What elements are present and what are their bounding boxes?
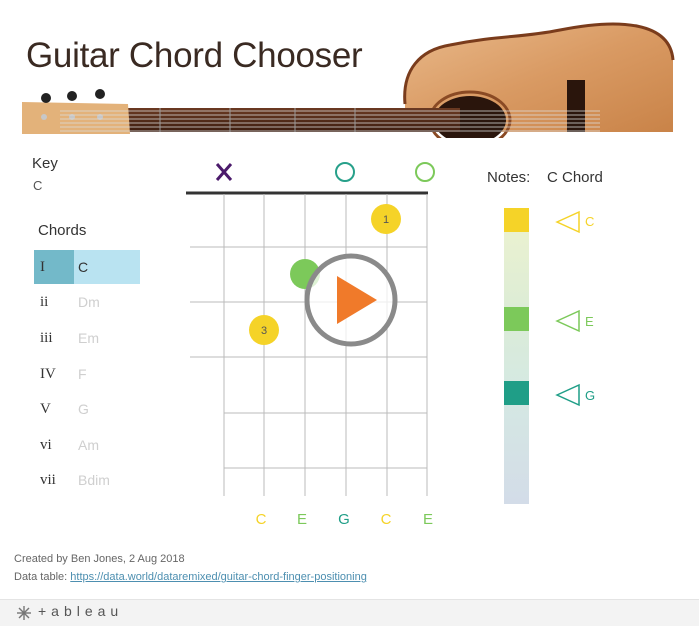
string-note-label: C [255, 511, 267, 528]
chord-row-iii[interactable]: iii Em [34, 321, 140, 355]
data-table-label: Data table: [14, 571, 68, 583]
chord-row-ii[interactable]: ii Dm [34, 285, 140, 319]
note-swatch-e [504, 307, 529, 331]
play-video-button[interactable] [303, 252, 399, 348]
string-note-label: G [338, 511, 350, 528]
tableau-brand-text[interactable]: +ableau [38, 603, 123, 619]
chord-numeral: I [40, 259, 45, 275]
open-string-circle-icon [415, 162, 435, 182]
note-pointer-triangle-icon [555, 210, 580, 234]
chord-numeral: ii [40, 294, 49, 310]
note-pointer-triangle-icon [555, 383, 580, 407]
note-swatch-c [504, 208, 529, 232]
svg-text:1: 1 [383, 214, 389, 226]
chord-row-iv[interactable]: IV F [34, 357, 140, 391]
note-pointer-label: G [585, 388, 595, 403]
notes-label: Notes: [487, 169, 531, 186]
finger-dot-3[interactable]: 3 [249, 315, 279, 345]
chord-numeral: V [40, 401, 51, 417]
chord-row-vii[interactable]: vii Bdim [34, 463, 140, 497]
chord-row-v[interactable]: V G [34, 392, 140, 426]
data-table-line: Data table: https://data.world/dataremix… [14, 571, 367, 583]
app-title: Guitar Chord Chooser [26, 36, 363, 75]
data-table-link[interactable]: https://data.world/dataremixed/guitar-ch… [70, 571, 367, 583]
note-pointer-triangle-icon [555, 309, 580, 333]
svg-text:3: 3 [261, 325, 267, 337]
chord-name: Am [78, 437, 99, 453]
chord-row-vi[interactable]: vi Am [34, 428, 140, 462]
chord-numeral: IV [40, 366, 56, 382]
author-credit: Created by Ben Jones, 2 Aug 2018 [14, 553, 185, 565]
key-label: Key [32, 155, 58, 172]
string-note-label: C [380, 511, 392, 528]
chord-name-label: C Chord [547, 169, 603, 186]
string-note-label: E [422, 511, 433, 528]
muted-string-x-icon [215, 163, 233, 181]
note-pointer-label: E [585, 314, 594, 329]
chord-name: Em [78, 330, 99, 346]
key-value[interactable]: C [33, 178, 42, 193]
chord-row-i[interactable]: I C [34, 250, 140, 284]
open-string-circle-icon [335, 162, 355, 182]
chord-name: Dm [78, 294, 100, 310]
chord-numeral: iii [40, 330, 53, 346]
note-swatch-g [504, 381, 529, 405]
chords-label: Chords [38, 222, 87, 239]
notes-color-scale: C E G [504, 208, 595, 504]
chord-name: G [78, 401, 89, 417]
string-note-label: E [296, 511, 307, 528]
note-pointer-label: C [585, 214, 594, 229]
chord-name: C [78, 259, 89, 275]
chord-name: Bdim [78, 472, 110, 488]
chord-numeral: vii [40, 472, 56, 488]
chord-numeral: vi [40, 437, 52, 453]
tableau-logo-icon[interactable] [14, 604, 34, 622]
chord-name: F [78, 366, 87, 382]
finger-dot-1[interactable]: 1 [371, 204, 401, 234]
